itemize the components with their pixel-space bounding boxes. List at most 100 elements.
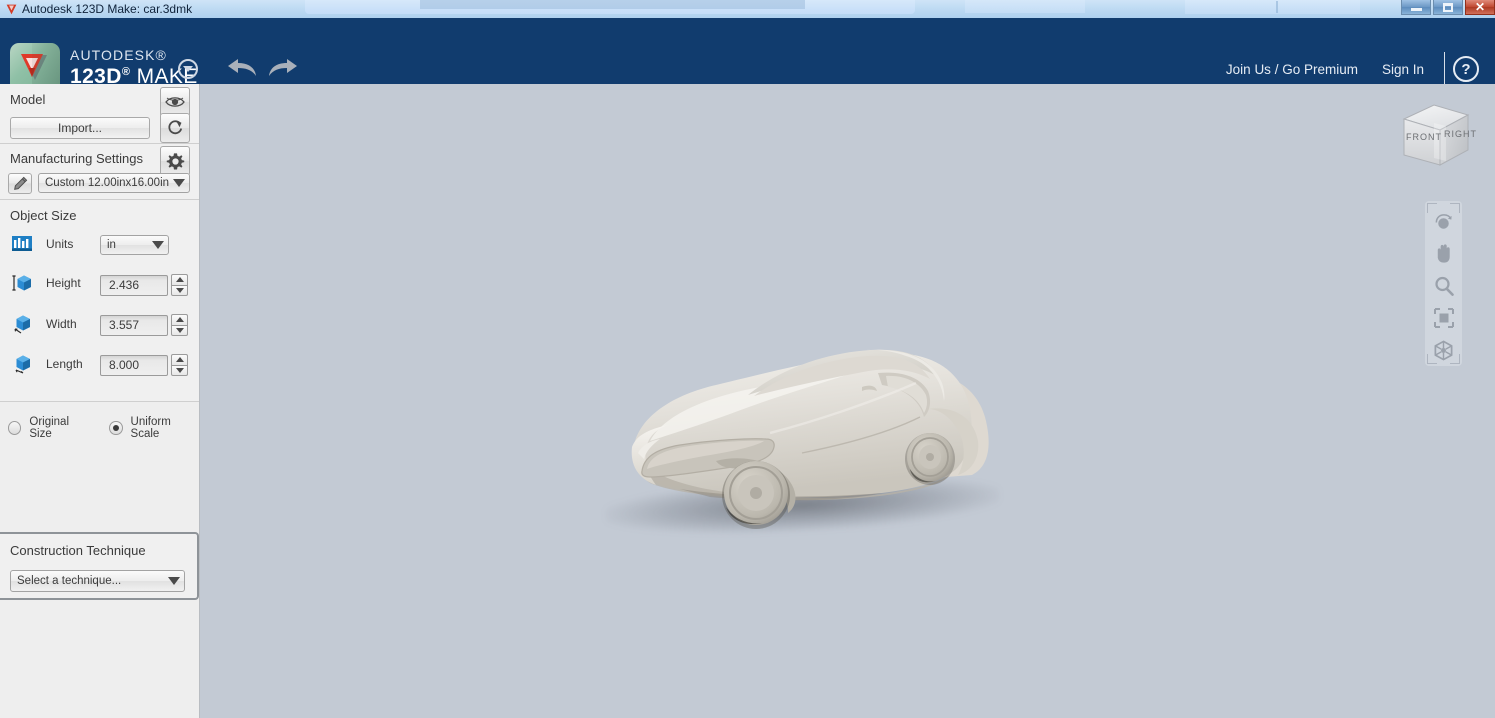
steering-wheel-button[interactable] [1425,336,1462,364]
orbit-icon [1435,213,1452,229]
pencil-icon [13,176,27,190]
uniform-scale-label: Uniform Scale [130,416,171,440]
navigation-bar [1425,201,1462,366]
gear-icon [166,152,184,169]
model-refresh-button[interactable] [160,113,190,143]
scale-options-row: Original Size Uniform Scale [8,416,199,440]
width-row: Width [12,314,77,334]
manufacturing-panel-title: Manufacturing Settings [10,151,143,166]
caret-down-icon [175,367,184,373]
height-input-group: 2.436 [100,274,188,296]
units-label: Units [46,236,74,251]
material-size-dropdown[interactable]: Custom 12.00inx16.00inx( [38,173,190,193]
original-size-label: Original Size [29,416,70,440]
import-button[interactable]: Import... [10,117,150,139]
pan-button[interactable] [1425,240,1462,268]
autodesk-123d-make-icon [6,4,17,15]
length-cube-icon [15,355,30,374]
background-window-b [420,0,805,9]
edit-material-button[interactable] [8,173,32,194]
construction-technique-title: Construction Technique [10,543,146,558]
height-increment-button[interactable] [171,274,188,285]
header-divider [1444,52,1445,86]
length-input-group: 8.000 [100,354,188,376]
window-title: Autodesk 123D Make: car.3dmk [22,2,193,16]
units-row: Units [12,236,73,251]
units-dropdown[interactable]: in [100,235,169,255]
caret-up-icon [175,277,184,283]
length-input[interactable]: 8.000 [100,354,168,376]
background-window-d [1185,0,1360,14]
technique-dropdown[interactable]: Select a technique... [10,570,185,592]
close-icon: ✕ [1474,0,1486,14]
length-label: Length [46,357,83,371]
height-decrement-button[interactable] [171,284,188,296]
left-sidebar: Model Import... Manufacturing Settings C… [0,84,200,718]
height-cube-icon [12,275,31,291]
caret-down-icon [175,287,184,293]
maximize-button[interactable] [1433,0,1463,15]
height-label: Height [46,276,81,290]
width-input[interactable]: 3.557 [100,314,168,336]
length-increment-button[interactable] [171,354,188,365]
car-3d-model [631,349,989,529]
chevron-down-icon [168,577,180,585]
manufacturing-settings-button[interactable] [160,146,190,176]
width-decrement-button[interactable] [171,324,188,336]
zoom-button[interactable] [1425,272,1462,300]
caret-down-icon [175,327,184,333]
app-header: AUTODESK® 123D® MAKE Join Us / Go Premiu… [0,18,1495,93]
object-size-title: Object Size [10,208,77,223]
help-button[interactable]: ? [1453,56,1479,82]
maximize-icon [1443,2,1453,12]
model-panel-title: Model [10,92,46,107]
length-row: Length [12,354,83,374]
width-label: Width [46,317,77,331]
app-menu-button[interactable] [178,59,198,79]
view-cube-front-label[interactable]: FRONT [1406,132,1442,142]
minimize-icon [1410,8,1422,11]
view-cube-right-label[interactable]: RIGHT [1444,129,1477,139]
join-premium-link[interactable]: Join Us / Go Premium [1214,62,1370,77]
original-size-radio[interactable] [8,421,22,435]
redo-button[interactable] [263,54,303,82]
undo-icon [228,59,256,76]
application-window: Autodesk 123D Make: car.3dmk ✕ AUTODESK®… [0,0,1495,718]
os-title-bar: Autodesk 123D Make: car.3dmk ✕ [0,0,1495,18]
width-increment-button[interactable] [171,314,188,325]
undo-button[interactable] [222,54,262,82]
steering-wheel-icon [1434,339,1453,361]
refresh-icon [168,120,183,135]
uniform-scale-radio[interactable] [109,421,123,435]
redo-icon [269,59,297,76]
technique-value: Select a technique... [17,575,122,587]
caret-up-icon [175,317,184,323]
view-cube[interactable]: FRONT RIGHT [1390,99,1480,174]
length-decrement-button[interactable] [171,364,188,376]
background-window-c [965,0,1085,13]
chevron-down-icon [183,66,193,72]
object-size-panel: Object Size Units in Height 2.436 Width … [0,200,199,402]
zoom-extents-icon [1433,308,1454,328]
chevron-down-icon [152,241,164,249]
manufacturing-settings-panel: Manufacturing Settings Custom 12.00inx16… [0,144,199,200]
length-stepper[interactable] [171,354,188,376]
minimize-button[interactable] [1401,0,1431,15]
pan-hand-icon [1437,244,1450,263]
units-value: in [107,239,116,251]
zoom-extents-button[interactable] [1425,304,1462,332]
background-window-divider [1276,1,1278,13]
height-stepper[interactable] [171,274,188,296]
sign-in-link[interactable]: Sign In [1370,62,1436,77]
radio-dot [112,425,119,431]
caret-up-icon [175,357,184,363]
import-button-label: Import... [57,121,102,135]
orbit-button[interactable] [1425,208,1462,236]
model-panel: Model Import... [0,84,199,144]
width-cube-icon [14,315,30,334]
chevron-down-icon [173,179,185,187]
close-button[interactable]: ✕ [1465,0,1495,15]
width-stepper[interactable] [171,314,188,336]
3d-viewport[interactable]: FRONT RIGHT [200,84,1495,718]
height-input[interactable]: 2.436 [100,274,168,296]
